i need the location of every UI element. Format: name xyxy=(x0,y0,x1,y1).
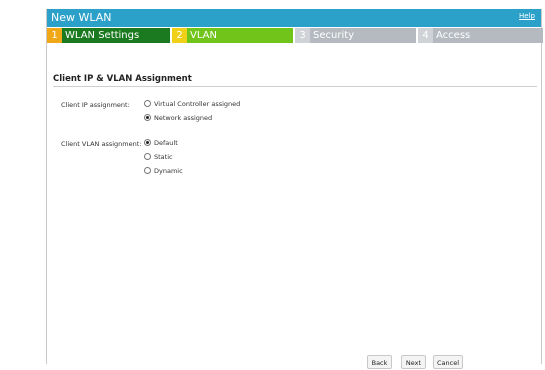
radio-dynamic[interactable]: Dynamic xyxy=(144,167,183,175)
radio-default[interactable]: Default xyxy=(144,139,178,147)
radio-virtual-controller-assigned[interactable]: Virtual Controller assigned xyxy=(144,100,240,108)
radio-button-selected-icon xyxy=(144,114,151,121)
step-access[interactable]: 4 Access xyxy=(418,28,543,43)
back-button[interactable]: Back xyxy=(367,355,392,369)
radio-network-assigned[interactable]: Network assigned xyxy=(144,114,212,122)
wizard-steps: 1 WLAN Settings 2 VLAN 3 Security 4 Access xyxy=(47,28,543,43)
step-vlan[interactable]: 2 VLAN xyxy=(172,28,293,43)
radio-button-icon xyxy=(144,153,151,160)
radio-label: Dynamic xyxy=(154,167,183,175)
radio-button-icon xyxy=(144,100,151,107)
step-number: 2 xyxy=(172,28,187,43)
radio-static[interactable]: Static xyxy=(144,153,173,161)
cancel-button[interactable]: Cancel xyxy=(433,355,463,369)
radio-button-icon xyxy=(144,167,151,174)
section-title: Client IP & VLAN Assignment xyxy=(53,74,192,84)
step-label: Security xyxy=(313,30,355,41)
radio-label: Static xyxy=(154,153,173,161)
title-bar: New WLAN Help xyxy=(47,9,541,27)
step-label: WLAN Settings xyxy=(65,30,140,41)
section-divider xyxy=(53,86,537,87)
next-button[interactable]: Next xyxy=(401,355,426,369)
dialog-title: New WLAN xyxy=(51,11,112,24)
client-ip-label: Client IP assignment: xyxy=(61,101,130,109)
step-security[interactable]: 3 Security xyxy=(295,28,416,43)
step-label: VLAN xyxy=(190,30,217,41)
step-number: 4 xyxy=(418,28,433,43)
radio-label: Network assigned xyxy=(154,114,213,122)
radio-button-selected-icon xyxy=(144,139,151,146)
step-wlan-settings[interactable]: 1 WLAN Settings xyxy=(47,28,170,43)
wizard-dialog: New WLAN Help 1 WLAN Settings 2 VLAN 3 Secu… xyxy=(46,9,543,369)
step-number: 1 xyxy=(47,28,62,43)
help-link[interactable]: Help xyxy=(519,12,535,20)
step-number: 3 xyxy=(295,28,310,43)
client-vlan-label: Client VLAN assignment: xyxy=(61,140,142,148)
radio-label: Virtual Controller assigned xyxy=(154,100,241,108)
radio-label: Default xyxy=(154,139,178,147)
step-label: Access xyxy=(436,30,471,41)
